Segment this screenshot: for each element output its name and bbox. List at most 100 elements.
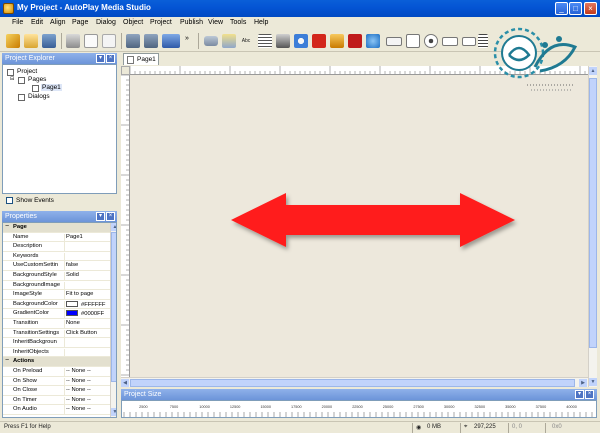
menu-file[interactable]: File [12, 19, 23, 26]
show-events-checkbox[interactable] [6, 197, 13, 204]
web-object-icon[interactable] [366, 34, 380, 48]
property-row[interactable]: Name Page1 [3, 233, 110, 243]
menu-object[interactable]: Object [123, 19, 143, 26]
property-row[interactable]: ImageStyle Fit to page [3, 290, 110, 301]
menu-view[interactable]: View [208, 19, 223, 26]
menu-help[interactable]: Help [254, 19, 268, 26]
toolbar-overflow-icon[interactable]: » [185, 34, 193, 48]
property-row[interactable]: On Show -- None -- [3, 377, 110, 387]
property-name: BackgroundStyle [13, 272, 57, 278]
close-panel-icon[interactable]: × [106, 212, 115, 221]
save-icon[interactable] [42, 34, 56, 48]
pin-icon[interactable]: ▾ [96, 212, 105, 221]
property-row[interactable]: GradientColor #0000FF [3, 309, 110, 320]
pin-icon[interactable]: ▾ [575, 390, 584, 399]
property-name: Name [13, 233, 29, 240]
app-icon [3, 3, 14, 14]
maximize-button[interactable]: □ [569, 2, 582, 15]
tree-item-project[interactable]: Project [17, 68, 37, 75]
canvas-horizontal-scrollbar[interactable]: ◀ ▶ [121, 377, 588, 387]
tree-expander-icon[interactable]: ⊟ [10, 76, 14, 82]
canvas-vertical-scrollbar[interactable]: ▲ ▼ [588, 66, 597, 387]
tree-item-pages[interactable]: Pages [28, 76, 46, 83]
page-canvas[interactable] [130, 75, 588, 377]
menu-tools[interactable]: Tools [230, 19, 246, 26]
copy-icon[interactable] [84, 34, 98, 48]
scroll-thumb[interactable] [111, 232, 116, 382]
property-name: InheritObjects [13, 348, 49, 355]
pointer-icon: ⌖ [464, 424, 468, 430]
tree-item-dialogs[interactable]: Dialogs [28, 93, 50, 100]
scroll-left-icon[interactable]: ◀ [121, 379, 129, 387]
scroll-right-icon[interactable]: ▶ [579, 379, 587, 387]
status-bar: Press F1 for Help ◉ 0 MB ⌖ 297,225 0, 0 … [0, 421, 600, 433]
tab-page1[interactable]: Page1 [123, 53, 159, 65]
property-row[interactable]: InheritBackgroun [3, 338, 110, 349]
property-row[interactable]: BackgroundStyle Solid [3, 271, 110, 281]
properties-scrollbar[interactable]: ▲ ▼ [110, 223, 116, 417]
radio-object-icon[interactable] [424, 34, 438, 48]
close-button[interactable]: × [584, 2, 597, 15]
property-row[interactable]: TransitionSettings Click Button [3, 329, 110, 339]
preview-icon[interactable] [162, 34, 180, 48]
project-size-tick-label: 37500 [536, 405, 547, 409]
scroll-thumb[interactable] [130, 379, 575, 387]
image-object-icon[interactable] [276, 34, 290, 48]
redo-icon[interactable] [144, 34, 158, 48]
minimize-button[interactable]: _ [555, 2, 568, 15]
label-object-icon[interactable] [222, 34, 236, 48]
menu-page[interactable]: Page [72, 19, 88, 26]
tree-item-page1[interactable]: Page1 [41, 84, 62, 91]
canvas-drawing [231, 193, 515, 247]
property-row[interactable]: On Audio -- None -- [3, 405, 110, 416]
property-category[interactable]: − Page [3, 223, 110, 233]
menu-project[interactable]: Project [150, 19, 172, 26]
open-folder-icon[interactable] [24, 34, 38, 48]
close-panel-icon[interactable]: × [585, 390, 594, 399]
combobox-object-icon[interactable] [462, 37, 476, 46]
scroll-thumb[interactable] [589, 78, 597, 348]
property-row[interactable]: UseCustomSettin false [3, 261, 110, 272]
richtext-object-icon[interactable] [258, 34, 272, 48]
wizard-icon[interactable] [6, 34, 20, 48]
listbox-object-icon[interactable] [442, 37, 458, 46]
collapse-icon[interactable]: − [5, 357, 9, 364]
property-row[interactable]: On Timer -- None -- [3, 396, 110, 406]
button-object-icon[interactable] [204, 36, 218, 46]
property-value[interactable]: -- None -- [64, 406, 91, 416]
cut-icon[interactable] [66, 34, 80, 48]
scroll-down-icon[interactable]: ▼ [589, 378, 597, 386]
property-row[interactable]: BackgroundImage [3, 281, 110, 291]
video-object-icon[interactable] [294, 34, 308, 48]
property-category[interactable]: − Actions [3, 357, 110, 367]
property-row[interactable]: On Preload -- None -- [3, 367, 110, 377]
slideshow-object-icon[interactable] [330, 34, 344, 48]
property-row[interactable]: Description [3, 242, 110, 253]
close-panel-icon[interactable]: × [106, 54, 115, 63]
menu-align[interactable]: Align [50, 19, 66, 26]
property-row[interactable]: Keywords [3, 252, 110, 262]
project-size-tick-label: 12500 [230, 405, 241, 409]
property-row[interactable]: On Close -- None -- [3, 386, 110, 397]
menu-publish[interactable]: Publish [180, 19, 203, 26]
property-row[interactable]: InheritObjects [3, 348, 110, 358]
paragraph-object-icon[interactable]: Abc [238, 34, 254, 48]
collapse-icon[interactable]: − [5, 223, 9, 230]
property-name: GradientColor [13, 310, 50, 317]
undo-icon[interactable] [126, 34, 140, 48]
project-node-icon [7, 69, 14, 76]
paste-icon[interactable] [102, 34, 116, 48]
vertical-ruler [121, 75, 130, 377]
project-size-tick-label: 40000 [566, 405, 577, 409]
input-object-icon[interactable] [386, 37, 402, 46]
flash-object-icon[interactable] [312, 34, 326, 48]
property-row[interactable]: BackgroundColor #FFFFFF [3, 300, 110, 310]
pin-icon[interactable]: ▾ [96, 54, 105, 63]
checkbox-object-icon[interactable] [406, 34, 420, 48]
scroll-down-icon[interactable]: ▼ [111, 408, 116, 416]
pdf-object-icon[interactable] [348, 34, 362, 48]
menu-edit[interactable]: Edit [31, 19, 43, 26]
menu-dialog[interactable]: Dialog [96, 19, 116, 26]
property-row[interactable]: Transition None [3, 319, 110, 329]
scroll-up-icon[interactable]: ▲ [111, 223, 116, 231]
